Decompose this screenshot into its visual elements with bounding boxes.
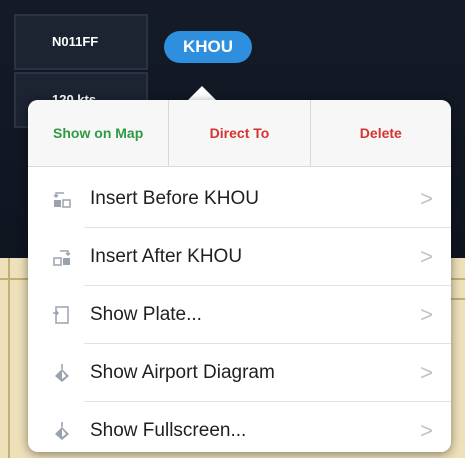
- airport-diagram-icon: [55, 364, 69, 382]
- show-fullscreen-label: Show Fullscreen...: [90, 420, 247, 441]
- chevron-right-icon: >: [420, 418, 433, 443]
- plate-icon: [53, 306, 69, 324]
- chevron-right-icon: >: [420, 186, 433, 211]
- tail-number: N011FF: [52, 34, 99, 49]
- insert-before-label: Insert Before KHOU: [90, 188, 259, 209]
- tail-number-cell[interactable]: N011FF: [14, 14, 148, 70]
- insert-after-label: Insert After KHOU: [90, 246, 243, 267]
- insert-after-icon: [53, 250, 71, 266]
- action-segment: Show on Map Direct To Delete: [28, 100, 451, 167]
- chevron-right-icon: >: [420, 244, 433, 269]
- insert-before-icon: [53, 192, 71, 208]
- show-plate-label: Show Plate...: [90, 304, 202, 325]
- show-on-map-button[interactable]: Show on Map: [28, 100, 170, 166]
- chevron-right-icon: >: [420, 360, 433, 385]
- waypoint-pill[interactable]: KHOU: [164, 31, 252, 63]
- delete-button[interactable]: Delete: [311, 100, 451, 166]
- waypoint-popover: Show on Map Direct To Delete Insert Befo…: [28, 100, 451, 452]
- fullscreen-icon: [55, 422, 69, 440]
- show-airport-diagram-row[interactable]: Show Airport Diagram >: [28, 344, 451, 402]
- insert-after-row[interactable]: Insert After KHOU >: [28, 228, 451, 286]
- show-airport-diagram-label: Show Airport Diagram: [90, 362, 275, 383]
- chevron-right-icon: >: [420, 302, 433, 327]
- show-fullscreen-row[interactable]: Show Fullscreen... >: [28, 402, 451, 452]
- direct-to-button[interactable]: Direct To: [169, 100, 311, 166]
- insert-before-row[interactable]: Insert Before KHOU >: [28, 170, 451, 228]
- show-plate-row[interactable]: Show Plate... >: [28, 286, 451, 344]
